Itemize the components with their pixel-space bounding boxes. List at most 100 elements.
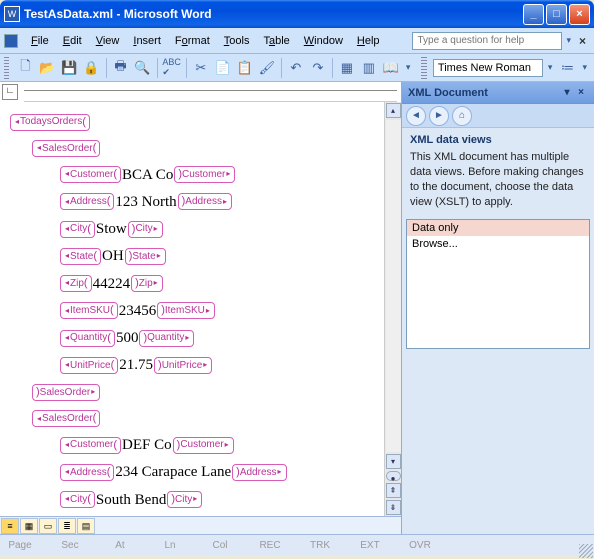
outline-view-button[interactable]: ≣ xyxy=(58,518,76,534)
taskpane-menu-icon[interactable]: ▾ xyxy=(560,87,574,98)
taskpane-close-button[interactable]: × xyxy=(574,87,588,98)
print-view-button[interactable]: ▭ xyxy=(39,518,57,534)
minimize-button[interactable]: _ xyxy=(523,4,544,25)
toolbar-overflow-icon[interactable]: ▾ xyxy=(403,62,414,73)
scroll-up-button[interactable]: ▴ xyxy=(386,103,401,118)
tables-button[interactable]: ▦ xyxy=(337,57,357,79)
field-value[interactable]: 500 xyxy=(115,330,140,346)
field-value[interactable]: South Bend xyxy=(95,492,167,508)
prev-page-button[interactable]: ⇞ xyxy=(386,483,401,498)
xml-tag-start[interactable]: ◂UnitPrice( xyxy=(60,357,118,374)
tab-selector[interactable]: ∟ xyxy=(2,84,18,100)
xml-tag-end[interactable]: )Customer▸ xyxy=(174,166,235,183)
field-value[interactable]: 21.75 xyxy=(118,357,154,373)
xml-tag-end[interactable]: )SalesOrder▸ xyxy=(32,384,100,401)
xml-tag-start[interactable]: ◂SalesOrder( xyxy=(32,140,100,157)
nav-forward-button[interactable]: ► xyxy=(429,106,449,126)
xml-tag-end[interactable]: )Zip▸ xyxy=(131,275,163,292)
status-trk[interactable]: TRK xyxy=(306,540,334,551)
nav-home-button[interactable]: ⌂ xyxy=(452,106,472,126)
document-body[interactable]: ◂TodaysOrders( ◂SalesOrder( ◂Customer(BC… xyxy=(0,102,384,516)
new-doc-button[interactable]: 🗋 xyxy=(15,57,35,79)
list-item[interactable]: Data only xyxy=(407,220,589,236)
maximize-button[interactable]: □ xyxy=(546,4,567,25)
data-views-list[interactable]: Data only Browse... xyxy=(406,219,590,349)
nav-back-button[interactable]: ◄ xyxy=(406,106,426,126)
toolbar-grip[interactable] xyxy=(421,57,426,79)
status-rec[interactable]: REC xyxy=(256,540,284,551)
read-button[interactable]: 📖 xyxy=(381,57,401,79)
bullets-button[interactable]: ≔ xyxy=(557,57,577,79)
print-preview-button[interactable]: 🔍 xyxy=(132,57,152,79)
xml-tag-start[interactable]: ◂TodaysOrders( xyxy=(10,114,90,131)
open-button[interactable]: 📂 xyxy=(37,57,57,79)
xml-tag-end[interactable]: )Address▸ xyxy=(178,193,232,210)
field-value[interactable]: DEF Co xyxy=(121,437,173,453)
paste-button[interactable]: 📋 xyxy=(235,57,255,79)
menu-format[interactable]: Format xyxy=(168,32,217,50)
font-dropdown-icon[interactable]: ▾ xyxy=(545,62,556,73)
xml-tag-end[interactable]: )City▸ xyxy=(128,221,163,238)
menu-file[interactable]: File xyxy=(24,32,56,50)
scroll-track[interactable] xyxy=(386,120,401,452)
permission-button[interactable]: 🔒 xyxy=(82,57,102,79)
web-view-button[interactable]: ▦ xyxy=(20,518,38,534)
xml-tag-start[interactable]: ◂Quantity( xyxy=(60,330,115,347)
formatting-overflow-icon[interactable]: ▾ xyxy=(579,62,590,73)
field-value[interactable]: Stow xyxy=(95,221,128,237)
cut-button[interactable]: ✂ xyxy=(191,57,211,79)
xml-tag-start[interactable]: ◂Address( xyxy=(60,464,114,481)
vertical-scrollbar[interactable]: ▴ ▾ ● ⇞ ⇟ xyxy=(384,102,401,516)
xml-tag-end[interactable]: )Quantity▸ xyxy=(139,330,194,347)
xml-tag-end[interactable]: )UnitPrice▸ xyxy=(154,357,212,374)
xml-tag-start[interactable]: ◂Address( xyxy=(60,193,114,210)
help-search-input[interactable] xyxy=(412,32,562,50)
reading-view-button[interactable]: ▤ xyxy=(77,518,95,534)
status-ovr[interactable]: OVR xyxy=(406,540,434,551)
close-button[interactable]: × xyxy=(569,4,590,25)
menu-table[interactable]: Table xyxy=(256,32,296,50)
scroll-down-button[interactable]: ▾ xyxy=(386,454,401,469)
xml-tag-end[interactable]: )City▸ xyxy=(167,491,202,508)
menu-insert[interactable]: Insert xyxy=(126,32,168,50)
xml-tag-start[interactable]: ◂City( xyxy=(60,491,95,508)
font-name-combo[interactable] xyxy=(433,59,543,77)
xml-tag-start[interactable]: ◂City( xyxy=(60,221,95,238)
field-value[interactable]: 23456 xyxy=(118,303,158,319)
browse-object-button[interactable]: ● xyxy=(386,471,401,481)
xml-tag-start[interactable]: ◂Zip( xyxy=(60,275,92,292)
undo-button[interactable]: ↶ xyxy=(286,57,306,79)
xml-tag-end[interactable]: )Customer▸ xyxy=(173,437,234,454)
xml-tag-start[interactable]: ◂State( xyxy=(60,248,101,265)
xml-tag-start[interactable]: ◂Customer( xyxy=(60,437,121,454)
field-value[interactable]: OH xyxy=(101,248,125,264)
field-value[interactable]: BCA Co xyxy=(121,167,174,183)
copy-button[interactable]: 📄 xyxy=(213,57,233,79)
format-painter-button[interactable]: 🖌 xyxy=(257,57,277,79)
list-item[interactable]: Browse... xyxy=(407,236,589,252)
field-value[interactable]: 123 North xyxy=(114,194,177,210)
xml-tag-start[interactable]: ◂Customer( xyxy=(60,166,121,183)
help-dropdown-icon[interactable]: ▾ xyxy=(562,35,575,46)
next-page-button[interactable]: ⇟ xyxy=(386,500,401,515)
field-value[interactable]: 44224 xyxy=(92,276,132,292)
normal-view-button[interactable]: ≡ xyxy=(1,518,19,534)
menu-view[interactable]: View xyxy=(89,32,127,50)
doc-close-button[interactable]: × xyxy=(575,34,590,48)
menu-edit[interactable]: Edit xyxy=(56,32,89,50)
redo-button[interactable]: ↷ xyxy=(308,57,328,79)
menu-window[interactable]: Window xyxy=(297,32,350,50)
toolbar-grip[interactable] xyxy=(4,57,9,79)
xml-tag-end[interactable]: )Address▸ xyxy=(232,464,286,481)
field-value[interactable]: 234 Carapace Lane xyxy=(114,464,232,480)
xml-tag-start[interactable]: ◂SalesOrder( xyxy=(32,410,100,427)
xml-tag-start[interactable]: ◂ItemSKU( xyxy=(60,302,118,319)
columns-button[interactable]: ▥ xyxy=(359,57,379,79)
resize-grip[interactable] xyxy=(579,544,593,558)
horizontal-ruler[interactable]: ∟ xyxy=(24,82,397,102)
menu-help[interactable]: Help xyxy=(350,32,387,50)
print-button[interactable]: 🖶 xyxy=(110,57,130,79)
spellcheck-button[interactable]: ABC✔ xyxy=(161,57,182,79)
menu-tools[interactable]: Tools xyxy=(217,32,257,50)
save-button[interactable]: 💾 xyxy=(59,57,79,79)
